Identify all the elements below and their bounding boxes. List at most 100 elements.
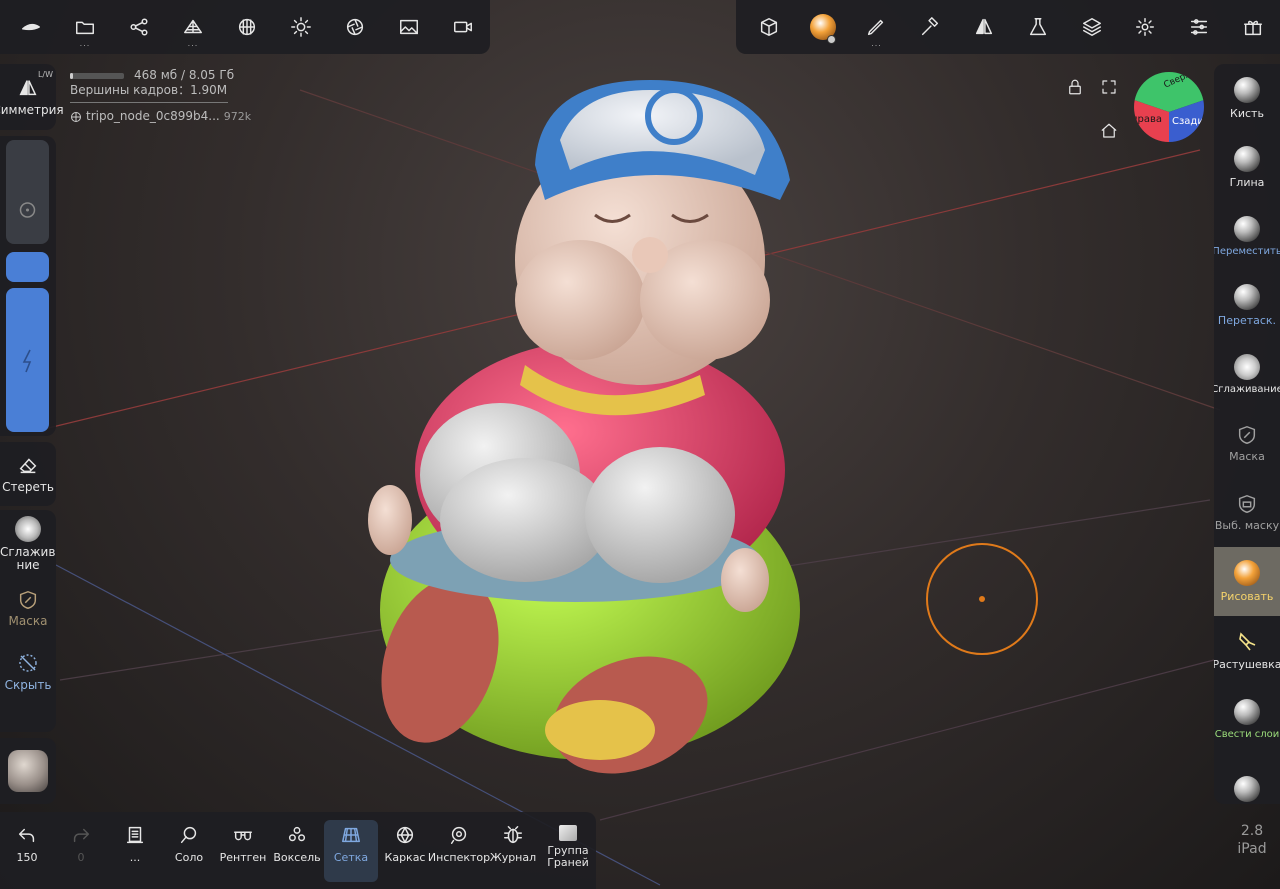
memory-bar (70, 72, 124, 79)
inspector-label: Инспектор (427, 851, 491, 864)
cube-button[interactable] (742, 0, 796, 54)
brush-cursor (926, 543, 1038, 655)
topology-icon (238, 18, 256, 36)
mask-tool-icon (1238, 425, 1256, 445)
tool-flatten-layers[interactable]: Свести слои (1214, 685, 1280, 754)
tool-drag[interactable]: Перетаск. (1214, 271, 1280, 340)
symmetry-label: Симметрия (0, 103, 64, 117)
layers-button[interactable] (1065, 0, 1119, 54)
tool-smudge[interactable]: Растушевка (1214, 616, 1280, 685)
material-button[interactable] (796, 0, 850, 54)
nomad-logo-icon (22, 23, 40, 31)
postprocess-button[interactable] (328, 0, 382, 54)
tool-paint[interactable]: Рисовать (1214, 547, 1280, 616)
select-mask-icon (1238, 494, 1256, 514)
symmetry-toggle[interactable]: L/W Симметрия (0, 64, 64, 130)
bottom-toolbar: 150 0 ... Соло Рентген Воксель Сетка Кар… (0, 812, 596, 889)
node-icon (71, 111, 81, 122)
tool-drag-label: Перетаск. (1217, 314, 1277, 327)
voxel-icon (288, 826, 306, 842)
scene-graph-icon (130, 18, 148, 36)
sculpt-model[interactable] (361, 80, 800, 794)
topology-button[interactable] (220, 0, 274, 54)
voxel-button[interactable]: Воксель (270, 820, 324, 882)
grid-label: Сетка (333, 851, 369, 864)
camera-aperture-icon (346, 18, 364, 36)
symmetry-button[interactable] (957, 0, 1011, 54)
tool-select-mask[interactable]: Выб. маску (1214, 478, 1280, 547)
search-icon (180, 826, 197, 844)
lock-camera-button[interactable] (1066, 78, 1086, 98)
mesh-button[interactable]: ... (166, 0, 220, 54)
sliders-icon (1191, 19, 1208, 35)
erase-toggle[interactable]: Стереть (0, 442, 56, 506)
symmetry-badge: L/W (37, 70, 53, 79)
tool-brush[interactable]: Кисть (1214, 64, 1280, 133)
tool-smooth[interactable]: Сглаживание (1214, 340, 1280, 409)
sculpt-tools: Кисть Глина Переместить Перетаск. Сглажи… (1214, 64, 1280, 804)
home-view-button[interactable] (1100, 122, 1120, 142)
tool-mask-label: Маска (1229, 450, 1265, 463)
viewport[interactable] (0, 0, 1280, 889)
stroke-button[interactable]: ... (850, 0, 904, 54)
brush-tool-icon (1234, 77, 1260, 103)
smudge-icon (1239, 632, 1256, 651)
tool-clay[interactable]: Глина (1214, 133, 1280, 202)
redo-icon (73, 828, 90, 843)
tool-smooth-label: Сглаживание (1214, 384, 1280, 395)
quick-tools: Сглажива ние Маска Скрыть (0, 510, 56, 732)
grid-button[interactable]: Сетка (324, 820, 378, 882)
cube-icon (760, 18, 777, 36)
node-count: 972k (223, 110, 252, 123)
nomad-logo-button[interactable] (4, 0, 58, 54)
tool-smudge-label: Растушевка (1214, 658, 1280, 671)
fullscreen-button[interactable] (1100, 78, 1120, 98)
quick-mask[interactable]: Маска (0, 578, 56, 638)
camera-button[interactable] (436, 0, 490, 54)
radius-fill[interactable] (6, 252, 49, 282)
radius-slider[interactable] (6, 140, 49, 244)
image-icon (400, 19, 418, 35)
tool-more[interactable] (1214, 754, 1280, 804)
top-right-toolbar: ... (736, 0, 1280, 54)
quick-hide[interactable]: Скрыть (0, 638, 56, 704)
log-button[interactable]: Журнал (486, 820, 540, 882)
solo-button[interactable]: Соло (162, 820, 216, 882)
files-button[interactable]: ... (58, 0, 112, 54)
active-node[interactable]: tripo_node_0c899b4... 972k (70, 109, 251, 124)
erase-label: Стереть (2, 480, 54, 494)
log-label: Журнал (489, 851, 537, 864)
quick-smooth[interactable]: Сглажива ние (0, 510, 56, 578)
mask-icon (19, 590, 37, 609)
undo-count: 150 (16, 851, 38, 864)
settings-button[interactable] (1119, 0, 1173, 54)
history-more: ... (129, 851, 141, 864)
inspector-button[interactable]: Инспектор (428, 820, 490, 882)
orientation-gizmo[interactable]: Сверху Справа Сзади (1134, 72, 1204, 142)
clay-tool-icon (1234, 146, 1260, 172)
background-button[interactable] (382, 0, 436, 54)
face-group-button[interactable]: Группа Граней (540, 820, 596, 882)
interface-button[interactable] (1172, 0, 1226, 54)
tool-clay-label: Глина (1229, 176, 1265, 189)
light-button[interactable] (274, 0, 328, 54)
tool-mask[interactable]: Маска (1214, 409, 1280, 478)
scene-button[interactable] (112, 0, 166, 54)
tool-settings-button[interactable] (903, 0, 957, 54)
tool-paint-label: Рисовать (1220, 590, 1274, 603)
intensity-slider[interactable] (6, 288, 49, 432)
radius-icon (19, 202, 36, 218)
scene-lab-button[interactable] (1011, 0, 1065, 54)
brush-sliders (0, 136, 56, 436)
gear-badge-icon (826, 35, 836, 44)
gift-button[interactable] (1226, 0, 1280, 54)
history-button[interactable]: ... (108, 820, 162, 882)
redo-button[interactable]: 0 (54, 820, 108, 882)
tool-move[interactable]: Переместить (1214, 202, 1280, 271)
undo-button[interactable]: 150 (0, 820, 54, 882)
xray-button[interactable]: Рентген (216, 820, 270, 882)
wireframe-button[interactable]: Каркас (378, 820, 432, 882)
more-tool-icon (1234, 775, 1260, 802)
eraser-icon (19, 458, 37, 474)
matcap-preview[interactable] (0, 738, 56, 804)
